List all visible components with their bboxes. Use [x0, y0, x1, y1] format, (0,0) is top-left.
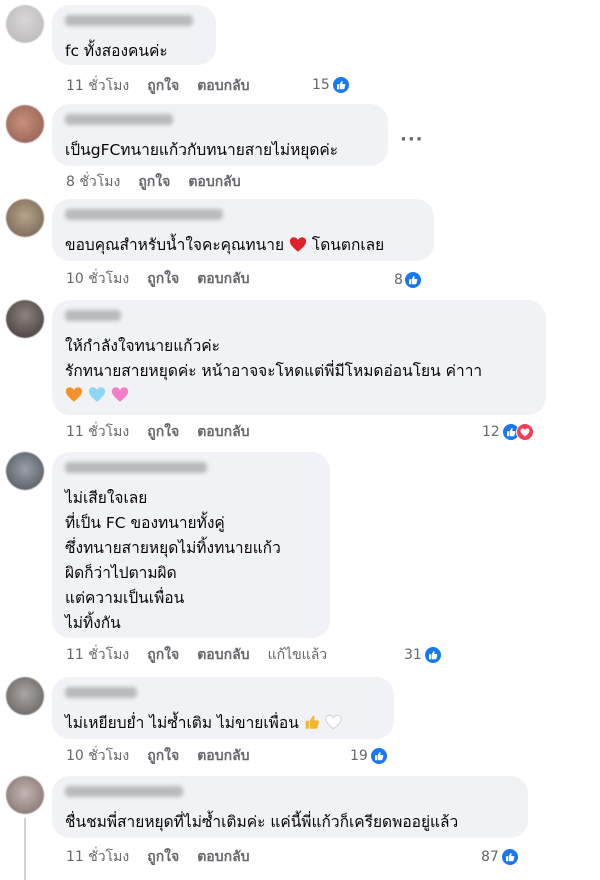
comment-meta: 11 ชั่วโมง ถูกใจ ตอบกลับ แก้ไขแล้ว [66, 646, 345, 664]
reaction-count: 19 [350, 748, 368, 764]
comment-text-part: โดนตกเลย [311, 236, 385, 254]
comment-time[interactable]: 11 ชั่วโมง [66, 424, 129, 440]
avatar[interactable] [6, 199, 44, 237]
comment-author[interactable] [65, 310, 121, 321]
comment-text: แต่ความเป็นเพื่อน [65, 589, 185, 607]
like-reaction-icon [500, 848, 519, 866]
comment-bubble: ไม่เหยียบย่ำ ไม่ซ้ำเติม ไม่ขายเพื่อน [52, 677, 394, 739]
comment-meta: 10 ชั่วโมง ถูกใจ ตอบกลับ [66, 747, 268, 765]
comment-meta: 11 ชั่วโมง ถูกใจ ตอบกลับ [66, 423, 268, 441]
reaction-count: 15 [312, 77, 330, 93]
comment-bubble: เป็นgFCทนายแก้วกับทนายสายไม่หยุดค่ะ [52, 104, 388, 166]
pink-heart-icon [111, 387, 128, 402]
white-heart-icon [325, 714, 342, 730]
like-button[interactable]: ถูกใจ [147, 849, 179, 865]
like-button[interactable]: ถูกใจ [147, 647, 179, 663]
comment-author[interactable] [65, 786, 183, 797]
reaction-summary[interactable]: 31 [404, 646, 442, 664]
avatar[interactable] [6, 776, 44, 814]
comment-bubble: ชื่นชมพี่สายหยุดที่ไม่ซ้ำเติมค่ะ แค่นี้พ… [52, 776, 528, 838]
avatar[interactable] [6, 105, 44, 143]
comment-time[interactable]: 10 ชั่วโมง [66, 271, 129, 287]
reply-button[interactable]: ตอบกลับ [197, 748, 249, 764]
like-reaction-icon [403, 271, 422, 289]
reaction-summary[interactable]: 15 [312, 76, 350, 94]
reaction-summary[interactable]: 19 [350, 747, 388, 765]
comment-time[interactable]: 11 ชั่วโมง [66, 647, 129, 663]
comment-text: ซึ่งทนายสายหยุดไม่ทิ้งทนายแก้ว [65, 539, 281, 557]
comment-text: ไม่เสียใจเลย [65, 489, 148, 507]
comment-text: ที่เป็น FC ของทนายทั้งคู่ [65, 514, 225, 532]
reply-button[interactable]: ตอบกลับ [188, 174, 240, 190]
comment-text: ให้กำลังใจทนายแก้วค่ะ [65, 337, 220, 355]
comment-time[interactable]: 11 ชั่วโมง [66, 849, 129, 865]
comment-author[interactable] [65, 462, 207, 473]
reaction-count: 8 [394, 272, 403, 288]
comment-time[interactable]: 8 ชั่วโมง [66, 174, 120, 190]
love-reaction-icon [515, 423, 534, 441]
comment-text-part: ไม่เหยียบย่ำ ไม่ซ้ำเติม ไม่ขายเพื่อน [65, 714, 299, 732]
comment-text: รักทนายสายหยุดค่ะ หน้าอาจจะโหดแต่พี่มีโห… [65, 362, 483, 380]
comment-time[interactable]: 11 ชั่วโมง [66, 78, 129, 94]
comment-text: ผิดก็ว่าไปตามผิด [65, 564, 177, 582]
comment-author[interactable] [65, 114, 173, 125]
comment-meta: 8 ชั่วโมง ถูกใจ ตอบกลับ [66, 173, 259, 191]
comment-bubble: ไม่เสียใจเลย ที่เป็น FC ของทนายทั้งคู่ ซ… [52, 452, 330, 638]
like-button[interactable]: ถูกใจ [147, 78, 179, 94]
like-reaction-icon [331, 76, 350, 94]
comment-emoji-row [65, 386, 532, 411]
comment-meta: 11 ชั่วโมง ถูกใจ ตอบกลับ [66, 77, 268, 95]
reaction-count: 12 [482, 424, 500, 440]
avatar[interactable] [6, 452, 44, 490]
reaction-summary[interactable]: 87 [481, 848, 519, 866]
comment-bubble: ให้กำลังใจทนายแก้วค่ะ รักทนายสายหยุดค่ะ … [52, 300, 546, 415]
like-reaction-icon [423, 646, 442, 664]
avatar[interactable] [6, 677, 44, 715]
reply-button[interactable]: ตอบกลับ [197, 78, 249, 94]
comment-text-part: ขอบคุณสำหรับน้ำใจคะคุณทนาย [65, 236, 285, 254]
avatar[interactable] [6, 5, 44, 43]
edited-label: แก้ไขแล้ว [267, 647, 328, 663]
comment-author[interactable] [65, 15, 193, 26]
comment-text: fc ทั้งสองคนค่ะ [65, 42, 168, 60]
reply-button[interactable]: ตอบกลับ [197, 271, 249, 287]
reaction-count: 31 [404, 647, 422, 663]
comment-author[interactable] [65, 687, 137, 698]
comment-time[interactable]: 10 ชั่วโมง [66, 748, 129, 764]
light-blue-heart-icon [88, 387, 106, 402]
comment-text: เป็นgFCทนายแก้วกับทนายสายไม่หยุดค่ะ [65, 141, 339, 159]
reply-button[interactable]: ตอบกลับ [197, 647, 249, 663]
comment-text: ไม่ทิ้งกัน [65, 614, 121, 632]
orange-heart-icon [65, 387, 83, 402]
reaction-count: 87 [481, 849, 499, 865]
like-reaction-icon [369, 747, 388, 765]
comment-text: ขอบคุณสำหรับน้ำใจคะคุณทนาย โดนตกเลย [65, 233, 420, 261]
comment-meta: 10 ชั่วโมง ถูกใจ ตอบกลับ [66, 270, 268, 288]
like-button[interactable]: ถูกใจ [147, 748, 179, 764]
comment-author[interactable] [65, 209, 223, 220]
avatar[interactable] [6, 300, 44, 338]
comment-bubble: fc ทั้งสองคนค่ะ [52, 5, 216, 65]
thread-line [24, 818, 26, 880]
comment-text: ไม่เหยียบย่ำ ไม่ซ้ำเติม ไม่ขายเพื่อน [65, 711, 380, 736]
reaction-summary[interactable]: 12 [482, 423, 534, 441]
like-button[interactable]: ถูกใจ [147, 424, 179, 440]
comment-text: ชื่นชมพี่สายหยุดที่ไม่ซ้ำเติมค่ะ แค่นี้พ… [65, 813, 459, 831]
thumbs-up-icon [305, 715, 319, 729]
like-button[interactable]: ถูกใจ [138, 174, 170, 190]
like-button[interactable]: ถูกใจ [147, 271, 179, 287]
red-heart-icon [289, 236, 307, 261]
reaction-summary[interactable]: 8 [394, 271, 422, 289]
reply-button[interactable]: ตอบกลับ [197, 849, 249, 865]
comment-bubble: ขอบคุณสำหรับน้ำใจคะคุณทนาย โดนตกเลย [52, 199, 434, 261]
reply-button[interactable]: ตอบกลับ [197, 424, 249, 440]
more-options-icon[interactable]: ··· [400, 129, 424, 150]
comment-meta: 11 ชั่วโมง ถูกใจ ตอบกลับ [66, 848, 268, 866]
